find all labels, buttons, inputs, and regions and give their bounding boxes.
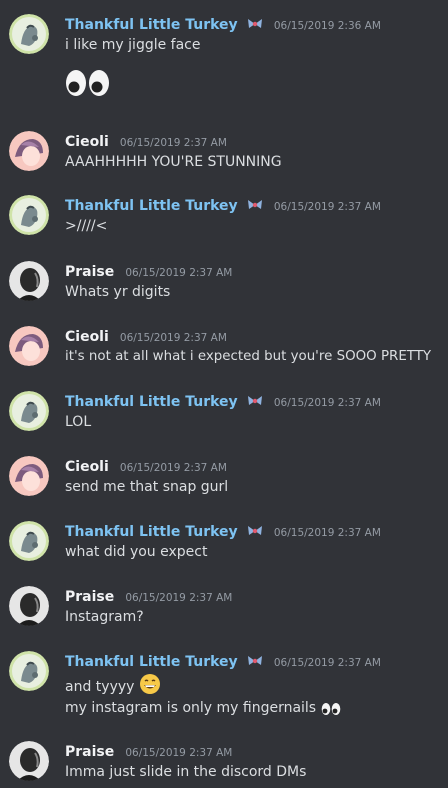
grinning-face-icon	[139, 673, 161, 701]
message-text: and tyyyy	[65, 679, 135, 695]
message-text: it's not at all what i expected but you'…	[65, 349, 432, 364]
author-name[interactable]: Thankful Little Turkey	[65, 198, 238, 214]
message-timestamp[interactable]: 06/15/2019 2:37 AM	[274, 527, 381, 539]
author-name[interactable]: Praise	[65, 589, 114, 605]
author-name[interactable]: Thankful Little Turkey	[65, 524, 238, 540]
message-text: Instagram?	[65, 609, 144, 625]
message-timestamp[interactable]: 06/15/2019 2:37 AM	[274, 201, 381, 213]
message-header: Thankful Little Turkey 06/15/2019 2:37 A…	[65, 521, 381, 541]
message-header: Cieoli 06/15/2019 2:37 AM	[65, 326, 227, 346]
message-header: Thankful Little Turkey 06/15/2019 2:36 A…	[65, 14, 381, 34]
message-text: >////<	[65, 218, 108, 234]
message-text: send me that snap gurl	[65, 479, 229, 495]
message-header: Praise 06/15/2019 2:37 AM	[65, 261, 232, 281]
message-text: what did you expect	[65, 544, 208, 560]
message-timestamp[interactable]: 06/15/2019 2:37 AM	[274, 397, 381, 409]
message-feed: Thankful Little Turkey 06/15/2019 2:36 A…	[0, 0, 448, 788]
bow-badge-icon	[247, 16, 263, 32]
author-name[interactable]: Cieoli	[65, 329, 109, 345]
message-timestamp[interactable]: 06/15/2019 2:37 AM	[125, 747, 232, 759]
turkey-avatar-icon[interactable]	[9, 521, 49, 561]
message-text: AAAHHHHH YOU'RE STUNNING	[65, 154, 282, 170]
message-header: Thankful Little Turkey 06/15/2019 2:37 A…	[65, 195, 381, 215]
author-name[interactable]: Praise	[65, 264, 114, 280]
message-header: Cieoli 06/15/2019 2:37 AM	[65, 456, 227, 476]
message-timestamp[interactable]: 06/15/2019 2:37 AM	[125, 267, 232, 279]
eyes-emoji-icon	[321, 702, 341, 722]
turkey-avatar-icon[interactable]	[9, 651, 49, 691]
message-header: Praise 06/15/2019 2:37 AM	[65, 741, 232, 761]
praise-avatar-icon[interactable]	[9, 261, 49, 301]
bow-badge-icon	[247, 393, 263, 409]
turkey-avatar-icon[interactable]	[9, 14, 49, 54]
message-text: Whats yr digits	[65, 284, 171, 300]
cieoli-avatar-icon[interactable]	[9, 456, 49, 496]
message-timestamp[interactable]: 06/15/2019 2:37 AM	[120, 137, 227, 149]
message-text: i like my jiggle face	[65, 37, 201, 53]
author-name[interactable]: Cieoli	[65, 134, 109, 150]
message-timestamp[interactable]: 06/15/2019 2:37 AM	[274, 657, 381, 669]
message-header: Cieoli 06/15/2019 2:37 AM	[65, 131, 227, 151]
eyes-emoji-icon	[65, 69, 111, 101]
message-header: Praise 06/15/2019 2:37 AM	[65, 586, 232, 606]
message-line: and tyyyy	[65, 673, 161, 695]
message-timestamp[interactable]: 06/15/2019 2:37 AM	[120, 462, 227, 474]
author-name[interactable]: Thankful Little Turkey	[65, 394, 238, 410]
cieoli-avatar-icon[interactable]	[9, 131, 49, 171]
message-timestamp[interactable]: 06/15/2019 2:37 AM	[125, 592, 232, 604]
message-timestamp[interactable]: 06/15/2019 2:37 AM	[120, 332, 227, 344]
author-name[interactable]: Thankful Little Turkey	[65, 654, 238, 670]
praise-avatar-icon[interactable]	[9, 741, 49, 781]
author-name[interactable]: Thankful Little Turkey	[65, 17, 238, 33]
message-line: my instagram is only my fingernails	[65, 698, 341, 718]
message-text: LOL	[65, 414, 92, 430]
cieoli-avatar-icon[interactable]	[9, 326, 49, 366]
bow-badge-icon	[247, 653, 263, 669]
author-name[interactable]: Cieoli	[65, 459, 109, 475]
message-text: Imma just slide in the discord DMs	[65, 764, 307, 780]
message-header: Thankful Little Turkey 06/15/2019 2:37 A…	[65, 651, 381, 671]
turkey-avatar-icon[interactable]	[9, 195, 49, 235]
message-timestamp[interactable]: 06/15/2019 2:36 AM	[274, 20, 381, 32]
message-header: Thankful Little Turkey 06/15/2019 2:37 A…	[65, 391, 381, 411]
author-name[interactable]: Praise	[65, 744, 114, 760]
turkey-avatar-icon[interactable]	[9, 391, 49, 431]
bow-badge-icon	[247, 523, 263, 539]
bow-badge-icon	[247, 197, 263, 213]
message-text: my instagram is only my fingernails	[65, 700, 317, 716]
praise-avatar-icon[interactable]	[9, 586, 49, 626]
